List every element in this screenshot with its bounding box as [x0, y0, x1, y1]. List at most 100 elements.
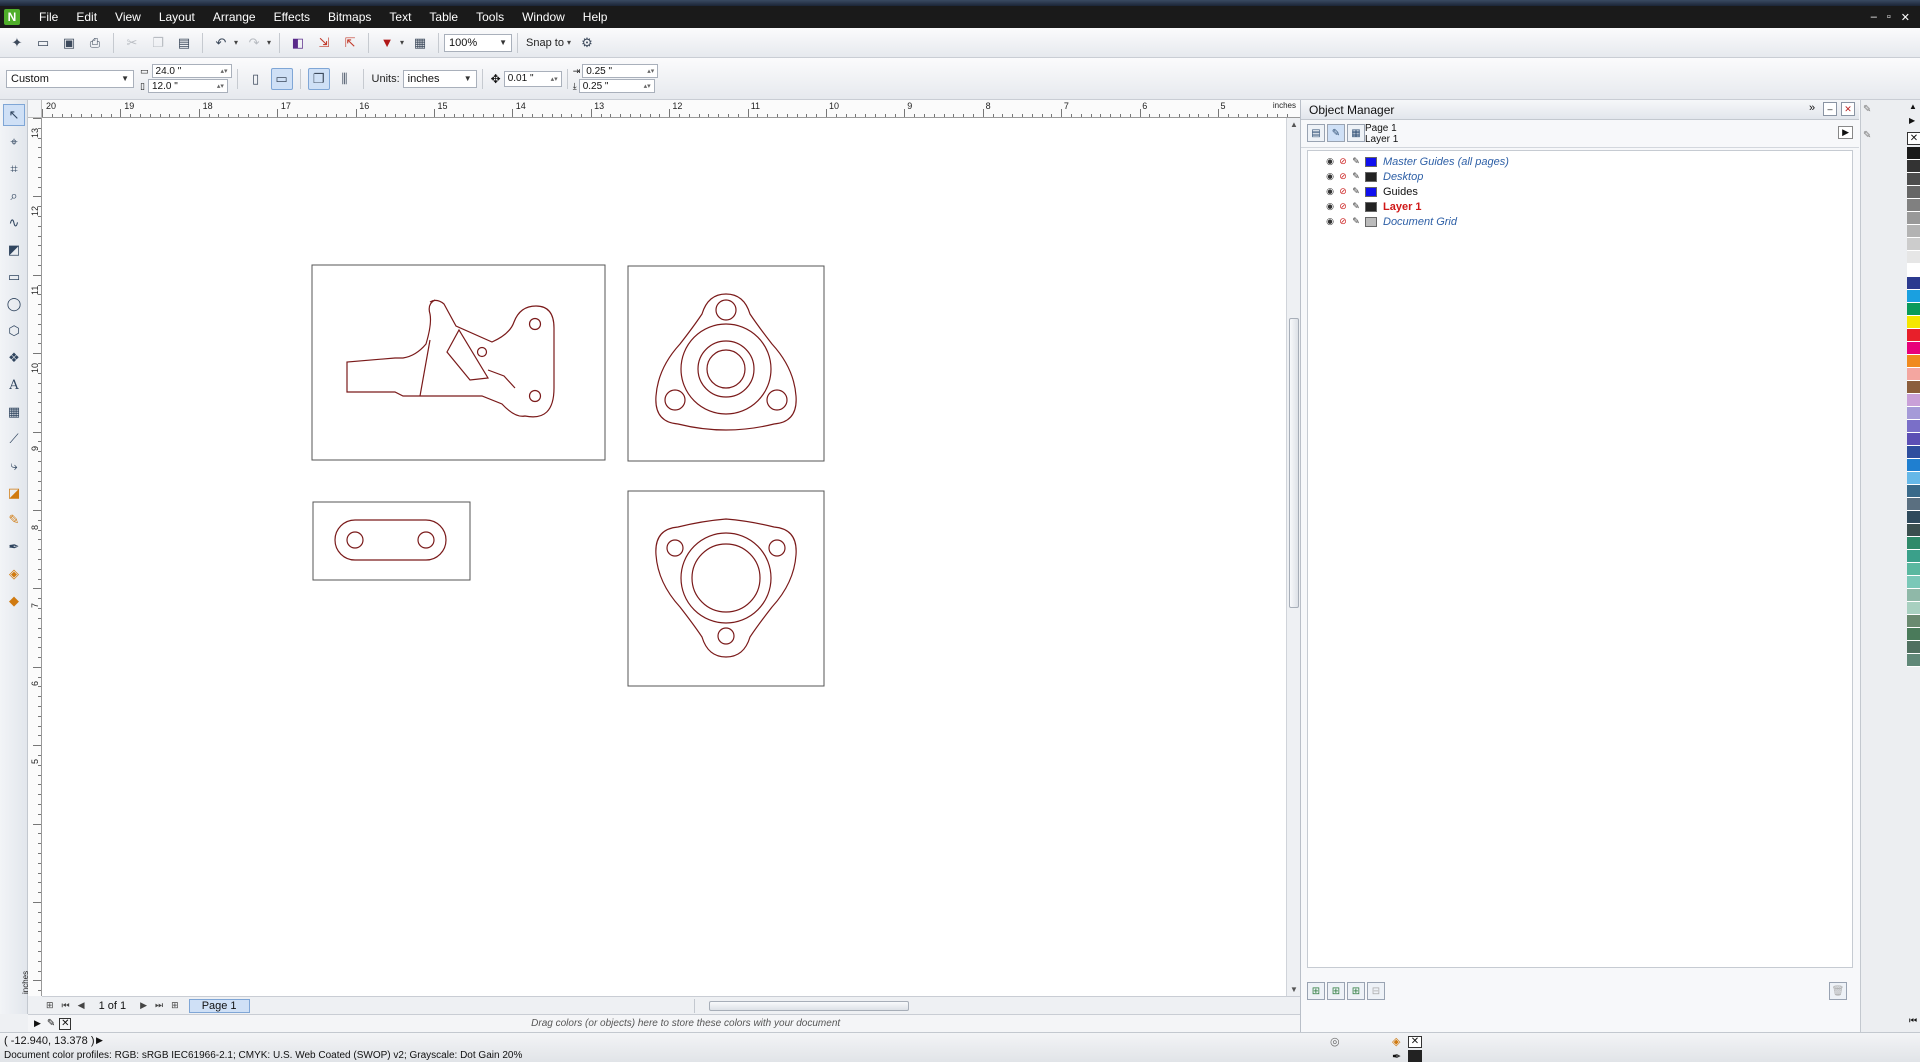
palette-swatch[interactable] — [1907, 199, 1920, 212]
polygon-tool-icon[interactable]: ⬡ — [3, 320, 25, 342]
docker-close-icon[interactable]: ✕ — [1841, 102, 1855, 116]
flange-top-hole-1[interactable] — [715, 299, 737, 321]
palette-swatch[interactable] — [1907, 381, 1920, 394]
page-width-input[interactable]: 24.0 " ▴▾ — [151, 64, 232, 78]
shape-tool-icon[interactable]: ⌖ — [3, 131, 25, 153]
layer-row[interactable]: ◉ ⊘ ✎ Guides — [1308, 184, 1852, 199]
no-color-icon[interactable]: ✕ — [59, 1017, 72, 1030]
palette-swatch[interactable] — [1907, 407, 1920, 420]
palette-swatch[interactable] — [1907, 186, 1920, 199]
layer-color-swatch[interactable] — [1365, 201, 1377, 212]
minimize-icon[interactable]: – — [1871, 11, 1877, 24]
eye-icon[interactable]: ◉ — [1324, 201, 1336, 213]
flange-top-bore[interactable] — [706, 349, 746, 389]
publish-dropdown-icon[interactable]: ▾ — [400, 38, 404, 47]
palette-swatch[interactable] — [1907, 433, 1920, 446]
palette-up-icon[interactable]: ▲ — [1909, 102, 1917, 111]
all-pages-icon[interactable]: ❐ — [307, 67, 330, 90]
menu-help[interactable]: Help — [574, 6, 617, 28]
spinner-icon[interactable]: ▴▾ — [644, 82, 651, 90]
menu-bitmaps[interactable]: Bitmaps — [319, 6, 380, 28]
flange-top-hole-3[interactable] — [766, 389, 788, 411]
eyedropper-icon[interactable]: ✎ — [47, 1018, 55, 1029]
fill-indicator-icon[interactable]: ◈ — [1392, 1035, 1400, 1048]
palette-swatch[interactable] — [1907, 602, 1920, 615]
palette-swatch[interactable] — [1907, 368, 1920, 381]
vertical-scrollbar[interactable]: ▲ ▼ — [1286, 118, 1300, 996]
spinner-icon[interactable]: ▴▾ — [217, 82, 224, 90]
palette-swatch[interactable] — [1907, 589, 1920, 602]
landscape-icon[interactable]: ▭ — [270, 67, 293, 90]
printer-icon[interactable]: ⊘ — [1337, 201, 1349, 213]
palette-menu-icon[interactable]: ▶ — [34, 1018, 41, 1029]
zoom-tool-icon[interactable]: ⌕ — [3, 185, 25, 207]
interactive-fill-icon[interactable]: ◆ — [3, 590, 25, 612]
hints-icon[interactable]: ✎ — [1863, 130, 1871, 141]
new-layer-icon[interactable]: ⊞ — [1307, 982, 1325, 1000]
dup-x-input[interactable]: 0.25 " ▴▾ — [582, 64, 659, 78]
edit-pencil-icon[interactable]: ✎ — [1350, 171, 1362, 183]
layer-color-swatch[interactable] — [1365, 171, 1377, 182]
spinner-icon[interactable]: ▴▾ — [647, 67, 654, 75]
palette-swatch[interactable] — [1907, 251, 1920, 264]
smart-fill-icon[interactable]: ◩ — [3, 239, 25, 261]
bracket-outline[interactable] — [346, 299, 555, 418]
palette-swatch[interactable] — [1907, 472, 1920, 485]
page-size-combo[interactable]: Custom ▼ — [6, 69, 134, 88]
palette-swatch[interactable] — [1907, 459, 1920, 472]
ruler-corner[interactable] — [28, 100, 42, 118]
edit-pencil-icon[interactable]: ✎ — [1350, 216, 1362, 228]
next-page-icon[interactable]: ▶ — [140, 1000, 147, 1011]
palette-menu-icon[interactable]: ▶ — [1909, 116, 1915, 125]
palette-swatch[interactable] — [1907, 420, 1920, 433]
horizontal-scroll-thumb[interactable] — [709, 1000, 909, 1011]
page-tab-1[interactable]: Page 1 — [188, 998, 250, 1013]
printer-icon[interactable]: ⊘ — [1337, 171, 1349, 183]
palette-swatch[interactable] — [1907, 355, 1920, 368]
current-page-icon[interactable]: ⫼ — [334, 68, 356, 90]
palette-swatch[interactable] — [1907, 290, 1920, 303]
export-icon[interactable]: ⇱ — [339, 32, 361, 54]
edit-across-layers-icon[interactable]: ✎ — [1327, 124, 1345, 142]
paste-icon[interactable]: ▤ — [173, 32, 195, 54]
spinner-icon[interactable]: ▴▾ — [220, 67, 227, 75]
layer-color-swatch[interactable] — [1365, 216, 1377, 227]
dimension-tool-icon[interactable]: ⟋ — [3, 428, 25, 450]
first-page-icon[interactable]: ⏮ — [62, 1000, 70, 1011]
layer-color-swatch[interactable] — [1365, 156, 1377, 167]
copy-icon[interactable]: ❐ — [147, 32, 169, 54]
eye-icon[interactable]: ◉ — [1324, 216, 1336, 228]
table-tool-icon[interactable]: ▦ — [3, 401, 25, 423]
flange-top-hole-2[interactable] — [664, 389, 686, 411]
flange-bottom-ring-outer[interactable] — [680, 532, 772, 624]
add-page-after-icon[interactable]: ⊞ — [171, 1000, 179, 1011]
nudge-input[interactable]: 0.01 " ▴▾ — [503, 70, 562, 87]
rectangle-tool-icon[interactable]: ▭ — [3, 266, 25, 288]
docker-minimize-icon[interactable]: – — [1823, 102, 1837, 116]
menu-file[interactable]: File — [30, 6, 67, 28]
new-master-all-icon[interactable]: ⊞ — [1347, 982, 1365, 1000]
snap-to-button[interactable]: Snap to — [526, 37, 564, 49]
layer-row[interactable]: ◉ ⊘ ✎ Document Grid — [1308, 214, 1852, 229]
outline-pen-icon[interactable]: ✒ — [3, 536, 25, 558]
palette-swatch[interactable] — [1907, 342, 1920, 355]
palette-swatch[interactable] — [1907, 160, 1920, 173]
frame-bracket[interactable] — [311, 264, 606, 461]
menu-layout[interactable]: Layout — [150, 6, 204, 28]
outline-color-swatch[interactable] — [1408, 1050, 1422, 1062]
page-height-input[interactable]: 12.0 " ▴▾ — [147, 79, 228, 93]
connector-tool-icon[interactable]: ⤷ — [3, 455, 25, 477]
printer-icon[interactable]: ⊘ — [1337, 156, 1349, 168]
palette-swatch[interactable] — [1907, 316, 1920, 329]
menu-window[interactable]: Window — [513, 6, 574, 28]
text-tool-icon[interactable]: A — [3, 374, 25, 396]
add-page-icon[interactable]: ⊞ — [46, 1000, 54, 1011]
spinner-icon[interactable]: ▴▾ — [551, 75, 558, 83]
link-hole-left[interactable] — [346, 531, 364, 549]
cut-icon[interactable]: ✂ — [121, 32, 143, 54]
status-menu-icon[interactable]: ▶ — [96, 1035, 103, 1046]
eyedropper-tool-icon[interactable]: ✎ — [3, 509, 25, 531]
layer-row[interactable]: ◉ ⊘ ✎ Desktop — [1308, 169, 1852, 184]
edit-pencil-icon[interactable]: ✎ — [1350, 201, 1362, 213]
dup-y-input[interactable]: 0.25 " ▴▾ — [578, 79, 655, 93]
